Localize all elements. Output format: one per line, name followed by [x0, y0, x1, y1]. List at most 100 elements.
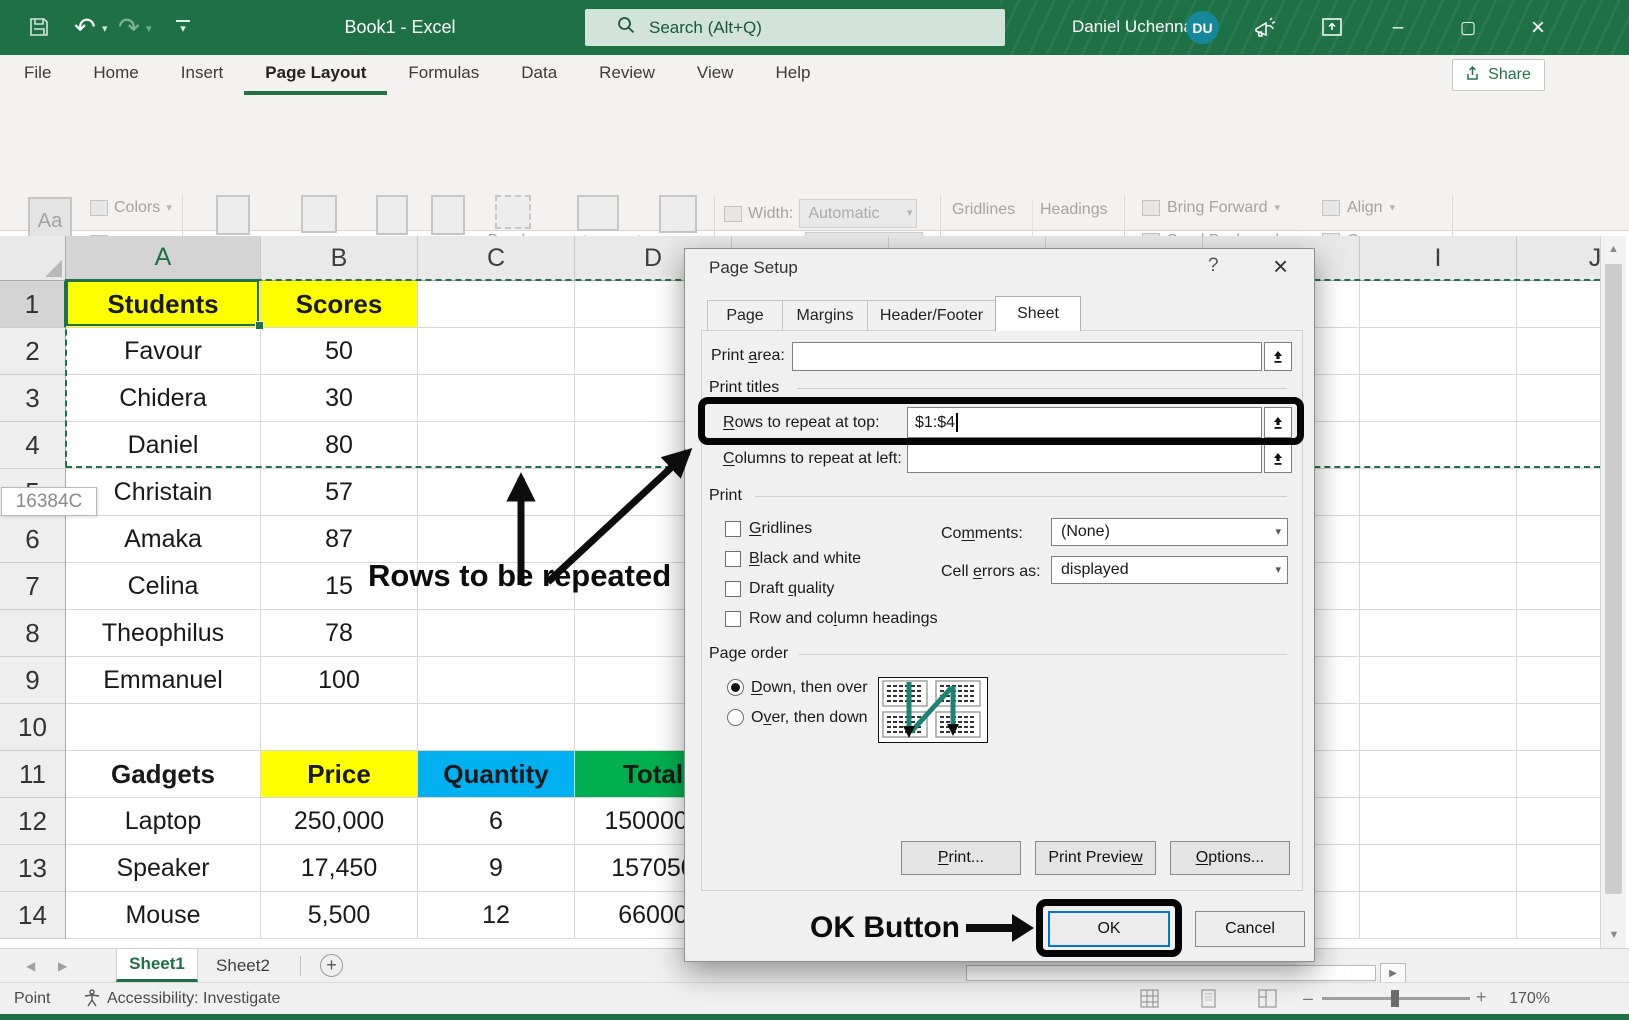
cell-I5[interactable] — [1360, 469, 1517, 516]
dialog-tab-sheet[interactable]: Sheet — [995, 296, 1081, 331]
cell-I12[interactable] — [1360, 798, 1517, 845]
column-header-I[interactable]: I — [1360, 236, 1517, 281]
cell-C1[interactable] — [418, 281, 575, 328]
tab-help[interactable]: Help — [754, 55, 831, 95]
cell-C10[interactable] — [418, 704, 575, 751]
cancel-button[interactable]: Cancel — [1195, 911, 1305, 947]
cell-I10[interactable] — [1360, 704, 1517, 751]
tab-view[interactable]: View — [676, 55, 755, 95]
cell-B9[interactable]: 100 — [261, 657, 418, 704]
undo-dropdown-icon[interactable]: ▾ — [102, 24, 108, 35]
cell-C13[interactable]: 9 — [418, 845, 575, 892]
cell-I6[interactable] — [1360, 516, 1517, 563]
zoom-slider-thumb[interactable] — [1391, 990, 1399, 1007]
fill-handle[interactable] — [255, 321, 264, 330]
dialog-help-icon[interactable]: ? — [1208, 255, 1219, 277]
select-all-corner[interactable] — [0, 236, 66, 281]
user-name[interactable]: Daniel Uchenna — [1072, 17, 1193, 37]
cell-C11[interactable]: Quantity — [418, 751, 575, 798]
cell-J13[interactable] — [1517, 845, 1600, 892]
avatar[interactable]: DU — [1186, 11, 1219, 44]
cell-A12[interactable]: Laptop — [66, 798, 261, 845]
cell-J6[interactable] — [1517, 516, 1600, 563]
horizontal-scrollbar[interactable] — [966, 965, 1376, 981]
cell-J2[interactable] — [1517, 328, 1600, 375]
cell-I14[interactable] — [1360, 892, 1517, 939]
cell-I13[interactable] — [1360, 845, 1517, 892]
tab-insert[interactable]: Insert — [160, 55, 245, 95]
dialog-tab-margins[interactable]: Margins — [782, 300, 868, 331]
cell-A7[interactable]: Celina — [66, 563, 261, 610]
tab-file[interactable]: File — [0, 55, 72, 95]
cell-J9[interactable] — [1517, 657, 1600, 704]
close-button[interactable]: × — [1513, 0, 1563, 55]
cell-B2[interactable]: 50 — [261, 328, 418, 375]
ribbon-display-options-icon[interactable] — [1320, 15, 1344, 39]
scroll-up-icon[interactable]: ▲ — [1601, 236, 1626, 262]
cell-J14[interactable] — [1517, 892, 1600, 939]
customize-quick-access-icon[interactable]: ▾ — [176, 20, 190, 36]
sheet-nav-right-icon[interactable]: ▶ — [58, 959, 67, 973]
cell-C9[interactable] — [418, 657, 575, 704]
column-header-C[interactable]: C — [418, 236, 575, 281]
page-break-preview-icon[interactable] — [1258, 989, 1277, 1013]
cell-B3[interactable]: 30 — [261, 375, 418, 422]
cell-I3[interactable] — [1360, 375, 1517, 422]
scroll-down-icon[interactable]: ▼ — [1601, 922, 1627, 948]
row-header-4[interactable]: 4 — [0, 422, 66, 469]
cell-B14[interactable]: 5,500 — [261, 892, 418, 939]
tab-home[interactable]: Home — [72, 55, 159, 95]
cell-J3[interactable] — [1517, 375, 1600, 422]
cell-I1[interactable] — [1360, 281, 1517, 328]
maximize-button[interactable]: ▢ — [1443, 0, 1493, 55]
cell-J11[interactable] — [1517, 751, 1600, 798]
row-header-11[interactable]: 11 — [0, 751, 66, 798]
cell-A2[interactable]: Favour — [66, 328, 261, 375]
redo-dropdown-icon[interactable]: ▾ — [146, 24, 152, 35]
column-header-J[interactable]: J — [1517, 236, 1600, 281]
cell-B13[interactable]: 17,450 — [261, 845, 418, 892]
cell-I11[interactable] — [1360, 751, 1517, 798]
cell-A6[interactable]: Amaka — [66, 516, 261, 563]
cell-I2[interactable] — [1360, 328, 1517, 375]
normal-view-icon[interactable] — [1140, 989, 1159, 1013]
cell-J1[interactable] — [1517, 281, 1600, 328]
zoom-in-button[interactable]: + — [1476, 987, 1487, 1008]
dialog-tab-header-footer[interactable]: Header/Footer — [867, 300, 996, 331]
tab-data[interactable]: Data — [500, 55, 578, 95]
cell-B12[interactable]: 250,000 — [261, 798, 418, 845]
undo-button[interactable]: ↶ — [74, 12, 96, 43]
tab-page-layout[interactable]: Page Layout — [244, 55, 387, 95]
accessibility-status[interactable]: Accessibility: Investigate — [107, 990, 280, 1008]
feedback-megaphone-icon[interactable] — [1252, 15, 1278, 41]
sheet-tab-sheet1[interactable]: Sheet1 — [116, 949, 198, 982]
row-header-2[interactable]: 2 — [0, 328, 66, 375]
cell-A11[interactable]: Gadgets — [66, 751, 261, 798]
save-icon[interactable] — [28, 16, 50, 38]
row-header-7[interactable]: 7 — [0, 563, 66, 610]
cell-I4[interactable] — [1360, 422, 1517, 469]
cell-B10[interactable] — [261, 704, 418, 751]
cell-J7[interactable] — [1517, 563, 1600, 610]
cell-A8[interactable]: Theophilus — [66, 610, 261, 657]
cell-J10[interactable] — [1517, 704, 1600, 751]
search-bar[interactable]: Search (Alt+Q) — [585, 9, 1005, 46]
cell-C8[interactable] — [418, 610, 575, 657]
cell-B8[interactable]: 78 — [261, 610, 418, 657]
sheet-nav-left-icon[interactable]: ◀ — [26, 959, 35, 973]
column-header-B[interactable]: B — [261, 236, 418, 281]
cell-I8[interactable] — [1360, 610, 1517, 657]
cell-J12[interactable] — [1517, 798, 1600, 845]
cell-J8[interactable] — [1517, 610, 1600, 657]
cell-A13[interactable]: Speaker — [66, 845, 261, 892]
zoom-out-button[interactable]: – — [1303, 988, 1313, 1009]
row-header-8[interactable]: 8 — [0, 610, 66, 657]
cell-I9[interactable] — [1360, 657, 1517, 704]
cell-J5[interactable] — [1517, 469, 1600, 516]
cell-A9[interactable]: Emmanuel — [66, 657, 261, 704]
cell-C2[interactable] — [418, 328, 575, 375]
column-header-A[interactable]: A — [66, 236, 261, 281]
cell-C12[interactable]: 6 — [418, 798, 575, 845]
new-sheet-button[interactable]: + — [320, 954, 343, 977]
row-header-12[interactable]: 12 — [0, 798, 66, 845]
